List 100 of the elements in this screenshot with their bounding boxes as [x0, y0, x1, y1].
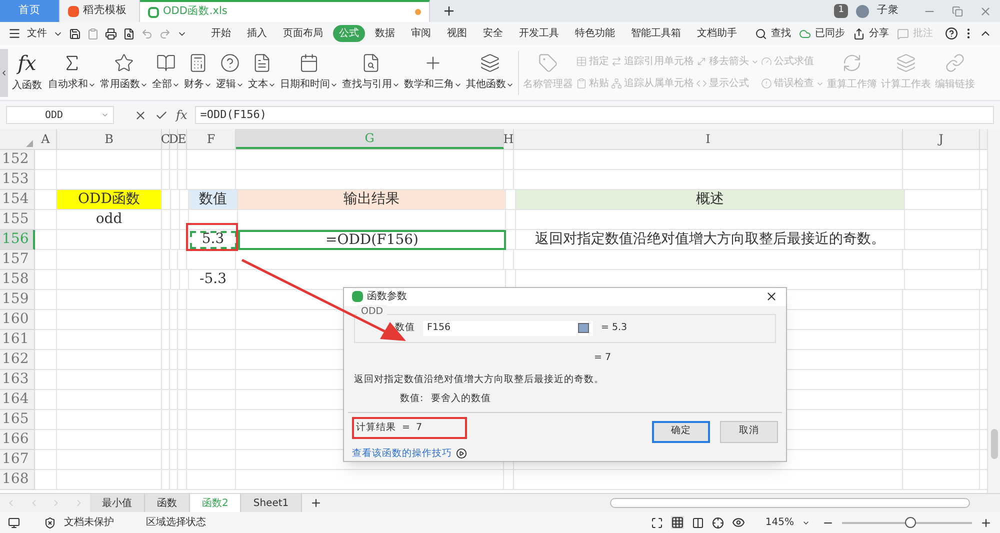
dialog-button[interactable]: 取消: [720, 420, 778, 442]
row-header[interactable]: 157: [0, 250, 35, 270]
zoom-level[interactable]: 145%: [765, 515, 794, 530]
print-icon[interactable]: [105, 28, 117, 40]
vertical-scrollbar[interactable]: [987, 129, 1000, 493]
row-header[interactable]: 166: [0, 430, 35, 450]
ribbon-tab[interactable]: 文档助手: [691, 25, 743, 42]
save-icon[interactable]: [69, 28, 81, 40]
column-header[interactable]: E: [178, 129, 187, 149]
cloud-icon[interactable]: [799, 28, 811, 40]
fullscreen-icon[interactable]: [651, 516, 664, 528]
add-sheet-icon[interactable]: [310, 497, 322, 509]
dialog-button[interactable]: 确定: [652, 420, 710, 442]
menu-icon[interactable]: [8, 27, 21, 40]
ribbon-tab[interactable]: 安全: [477, 25, 509, 42]
row-header[interactable]: 163: [0, 370, 35, 390]
row-header[interactable]: 155: [0, 210, 35, 230]
search-link[interactable]: 查找: [771, 26, 791, 41]
reading-mode-icon[interactable]: [712, 516, 724, 528]
column-header[interactable]: D: [170, 129, 178, 149]
argument-input[interactable]: F156: [423, 320, 593, 336]
table-cell: 返回对指定数值沿绝对值增大方向取整后最接近的奇数。: [516, 230, 905, 250]
sheet-tab[interactable]: 最小值: [90, 494, 145, 512]
ribbon-button[interactable]: 文本: [246, 53, 278, 92]
ribbon-tab[interactable]: 数据: [369, 25, 401, 42]
function-description: 返回对指定数值沿绝对值增大方向取整后最接近的奇数。: [354, 373, 604, 387]
ribbon-button[interactable]: 自动求和: [46, 53, 98, 92]
new-tab-icon[interactable]: [442, 4, 456, 18]
ribbon-tab[interactable]: 插入: [241, 25, 273, 42]
row-header[interactable]: 154: [0, 190, 35, 210]
sheet-tab[interactable]: Sheet1: [241, 494, 302, 512]
table-cell: [35, 370, 57, 390]
ribbon-button[interactable]: 数学和三角: [402, 53, 464, 92]
sheet-tab[interactable]: 函数: [145, 494, 190, 512]
column-header[interactable]: C: [162, 129, 170, 149]
display-icon[interactable]: [8, 516, 20, 528]
user-name[interactable]: 子衆: [877, 3, 899, 19]
row-header[interactable]: 152: [0, 150, 35, 170]
cancel-icon[interactable]: [134, 108, 147, 122]
row-header[interactable]: 158: [0, 270, 35, 290]
column-header[interactable]: J: [903, 129, 980, 149]
file-menu[interactable]: 文件: [27, 26, 47, 41]
row-header[interactable]: 165: [0, 410, 35, 430]
name-box[interactable]: ODD: [6, 106, 114, 124]
row-header[interactable]: 160: [0, 310, 35, 330]
document-tab[interactable]: 稻壳模板: [60, 0, 140, 22]
help-icon[interactable]: [945, 27, 958, 40]
ribbon-button[interactable]: fx 入函数: [8, 52, 46, 93]
column-header[interactable]: A: [35, 129, 57, 149]
ribbon-tab[interactable]: 视图: [441, 25, 473, 42]
link-icon: [945, 53, 965, 73]
gauge-icon: [761, 56, 772, 67]
collapse-left-icon[interactable]: [0, 68, 8, 76]
ribbon-button[interactable]: 全部: [150, 53, 182, 92]
zoom-in-icon[interactable]: [980, 516, 992, 528]
row-header[interactable]: 167: [0, 450, 35, 470]
count-badge: 1: [834, 4, 848, 18]
column-header[interactable]: B: [57, 129, 162, 149]
share-link[interactable]: 分享: [869, 26, 889, 41]
ribbon-button[interactable]: 查找与引用: [340, 53, 402, 92]
close-icon[interactable]: [765, 290, 778, 304]
help-link[interactable]: 查看该函数的操作技巧: [352, 446, 452, 461]
ribbon-button[interactable]: 其他函数: [464, 53, 516, 92]
row-header[interactable]: 159: [0, 290, 35, 310]
formula-input[interactable]: =ODD(F156): [195, 106, 994, 124]
argument-help-text: 要舍入的数值: [431, 392, 492, 406]
eye-icon[interactable]: [732, 516, 746, 529]
ribbon-tab[interactable]: 智能工具箱: [625, 25, 687, 42]
column-header[interactable]: I: [514, 129, 903, 149]
avatar-icon: [856, 4, 869, 18]
video-icon[interactable]: [456, 448, 467, 460]
range-picker-icon[interactable]: [578, 323, 589, 334]
ribbon-button[interactable]: 财务: [182, 53, 214, 92]
preview-icon[interactable]: [123, 28, 135, 40]
normal-view-icon[interactable]: [671, 516, 684, 529]
confirm-icon[interactable]: [155, 108, 168, 122]
ribbon-tab[interactable]: 开发工具: [513, 25, 565, 42]
row-header[interactable]: 168: [0, 470, 35, 490]
ribbon-button[interactable]: 常用函数: [98, 53, 150, 92]
ribbon-tab[interactable]: 页面布局: [277, 25, 329, 42]
row-header[interactable]: 153: [0, 170, 35, 190]
table-cell: [178, 450, 187, 470]
restore-icon[interactable]: [952, 6, 963, 16]
share-icon[interactable]: [853, 28, 865, 40]
page-break-icon[interactable]: [692, 516, 704, 528]
ribbon-tab[interactable]: 审阅: [405, 25, 437, 42]
column-header[interactable]: H: [504, 129, 514, 149]
sync-status[interactable]: 已同步: [815, 26, 845, 41]
diagonal-arrow-icon: [696, 56, 707, 67]
clipboard-icon[interactable]: [87, 28, 99, 40]
ribbon-button[interactable]: 日期和时间: [278, 53, 340, 92]
row-header[interactable]: 162: [0, 350, 35, 370]
search-icon[interactable]: [755, 28, 767, 40]
ribbon-tab[interactable]: 特色功能: [569, 25, 621, 42]
ribbon-button[interactable]: 逻辑: [214, 53, 246, 92]
zoom-slider-thumb[interactable]: [904, 516, 916, 528]
row-header[interactable]: 161: [0, 330, 35, 350]
row-header[interactable]: 164: [0, 390, 35, 410]
insert-function-button[interactable]: fx: [176, 106, 188, 124]
ribbon-tab[interactable]: 开始: [205, 25, 237, 42]
